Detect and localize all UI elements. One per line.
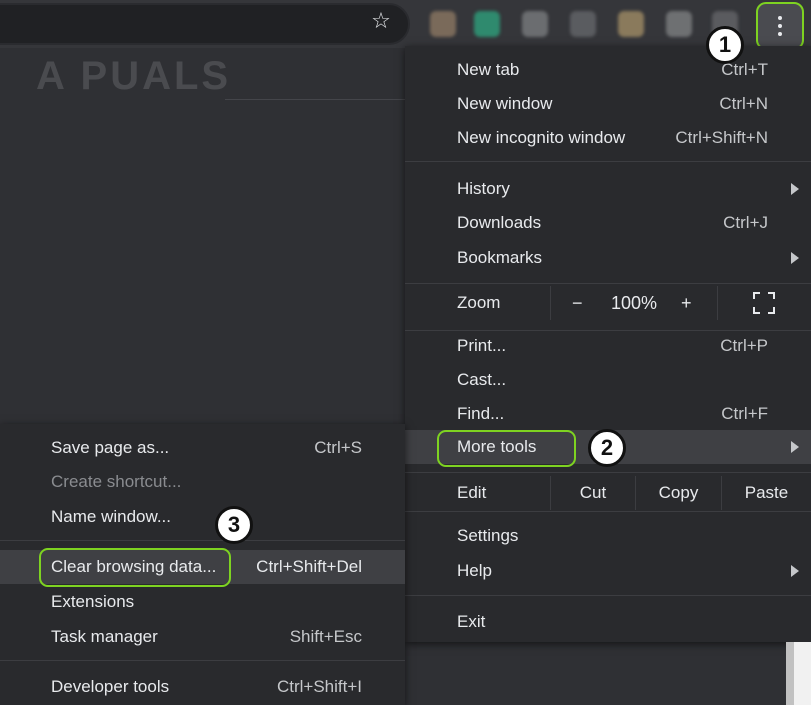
cut-button[interactable]: Cut: [551, 476, 635, 510]
menu-item-shortcut: Ctrl+J: [723, 213, 768, 232]
scrollbar-thumb[interactable]: [786, 642, 794, 705]
menu-item-label: Save page as...: [51, 438, 170, 457]
menu-item-developer-tools[interactable]: Developer tools Ctrl+Shift+I: [0, 670, 405, 704]
step-callout-2: 2: [588, 429, 626, 467]
menu-item-task-manager[interactable]: Task manager Shift+Esc: [0, 620, 405, 654]
menu-item-shortcut: Ctrl+F: [721, 404, 768, 423]
menu-separator: [405, 161, 811, 162]
chrome-menu-button[interactable]: [756, 2, 804, 50]
menu-item-label: New tab: [457, 60, 520, 79]
paste-button[interactable]: Paste: [722, 476, 811, 510]
fullscreen-icon[interactable]: [753, 292, 775, 314]
menu-item-new-tab[interactable]: New tab Ctrl+T: [405, 53, 811, 87]
menu-item-bookmarks[interactable]: Bookmarks: [405, 241, 811, 275]
menu-item-label: Find...: [457, 404, 505, 423]
address-bar[interactable]: [0, 3, 410, 45]
star-icon[interactable]: ☆: [370, 11, 392, 33]
menu-item-label: Settings: [457, 526, 519, 545]
divider: [225, 99, 405, 100]
menu-separator: [0, 540, 405, 541]
chevron-right-icon: [791, 441, 799, 453]
menu-item-shortcut: Ctrl+S: [314, 438, 362, 457]
more-tools-submenu: Save page as... Ctrl+S Create shortcut..…: [0, 424, 405, 705]
menu-item-label: Downloads: [457, 213, 542, 232]
menu-item-label: Cast...: [457, 370, 507, 389]
menu-item-extensions[interactable]: Extensions: [0, 585, 405, 619]
menu-separator: [405, 283, 811, 284]
extension-icon[interactable]: [666, 11, 692, 37]
menu-item-label: Create shortcut...: [51, 472, 182, 491]
zoom-level: 100%: [611, 292, 658, 313]
chevron-right-icon: [791, 565, 799, 577]
menu-item-label: New window: [457, 94, 553, 113]
chrome-main-menu: New tab Ctrl+T New window Ctrl+N New inc…: [405, 46, 811, 642]
menu-item-shortcut: Ctrl+N: [719, 94, 768, 113]
menu-item-label: Developer tools: [51, 677, 170, 696]
menu-item-label: Zoom: [457, 293, 501, 312]
menu-item-new-incognito-window[interactable]: New incognito window Ctrl+Shift+N: [405, 121, 811, 155]
menu-item-label: History: [457, 179, 510, 198]
copy-button[interactable]: Copy: [636, 476, 721, 510]
menu-item-history[interactable]: History: [405, 172, 811, 206]
menu-separator: [405, 595, 811, 596]
menu-item-label: Print...: [457, 336, 507, 355]
menu-item-help[interactable]: Help: [405, 554, 811, 588]
zoom-out-button[interactable]: −: [572, 293, 583, 314]
chevron-right-icon: [791, 252, 799, 264]
menu-item-label: Name window...: [51, 507, 171, 526]
menu-item-label: Exit: [457, 612, 486, 631]
menu-item-label: Edit: [457, 483, 487, 502]
menu-item-label: New incognito window: [457, 128, 626, 147]
menu-item-shortcut: Ctrl+P: [720, 336, 768, 355]
extension-icon[interactable]: [618, 11, 644, 37]
menu-item-shortcut: Shift+Esc: [289, 627, 362, 646]
menu-item-create-shortcut: Create shortcut...: [0, 465, 405, 499]
menu-item-cast[interactable]: Cast...: [405, 363, 811, 397]
menu-item-downloads[interactable]: Downloads Ctrl+J: [405, 206, 811, 240]
highlight-outline: [39, 548, 231, 587]
menu-separator: [405, 511, 811, 512]
divider: [550, 286, 551, 320]
menu-separator: [0, 660, 405, 661]
menu-item-zoom: Zoom − 100% +: [405, 286, 811, 320]
menu-item-shortcut: Ctrl+Shift+Del: [256, 557, 362, 576]
three-dots-vertical-icon: [758, 4, 802, 48]
step-callout-1: 1: [706, 26, 744, 64]
menu-item-shortcut: Ctrl+Shift+I: [276, 677, 362, 696]
menu-item-edit: Edit Cut Copy Paste: [405, 476, 811, 510]
menu-item-find[interactable]: Find... Ctrl+F: [405, 397, 811, 431]
page-scrollbar[interactable]: [786, 642, 811, 705]
zoom-in-button[interactable]: +: [681, 293, 692, 314]
divider: [717, 286, 718, 320]
menu-item-save-page-as[interactable]: Save page as... Ctrl+S: [0, 431, 405, 465]
chevron-right-icon: [791, 183, 799, 195]
menu-separator: [405, 472, 811, 473]
menu-item-settings[interactable]: Settings: [405, 519, 811, 553]
menu-item-name-window[interactable]: Name window...: [0, 500, 405, 534]
extension-icon[interactable]: [570, 11, 596, 37]
menu-item-new-window[interactable]: New window Ctrl+N: [405, 87, 811, 121]
menu-item-label: Task manager: [51, 627, 158, 646]
menu-item-exit[interactable]: Exit: [405, 605, 811, 639]
extension-icon[interactable]: [522, 11, 548, 37]
highlight-outline: [437, 430, 576, 467]
menu-item-shortcut: Ctrl+Shift+N: [675, 128, 768, 147]
extension-icon[interactable]: [474, 11, 500, 37]
menu-item-label: Extensions: [51, 592, 135, 611]
browser-toolbar: ☆: [0, 0, 811, 50]
menu-item-label: Help: [457, 561, 492, 580]
menu-item-label: Bookmarks: [457, 248, 543, 267]
menu-item-print[interactable]: Print... Ctrl+P: [405, 329, 811, 363]
watermark-logo: A PUALS: [36, 54, 232, 98]
step-callout-3: 3: [215, 506, 253, 544]
extension-icon[interactable]: [430, 11, 456, 37]
